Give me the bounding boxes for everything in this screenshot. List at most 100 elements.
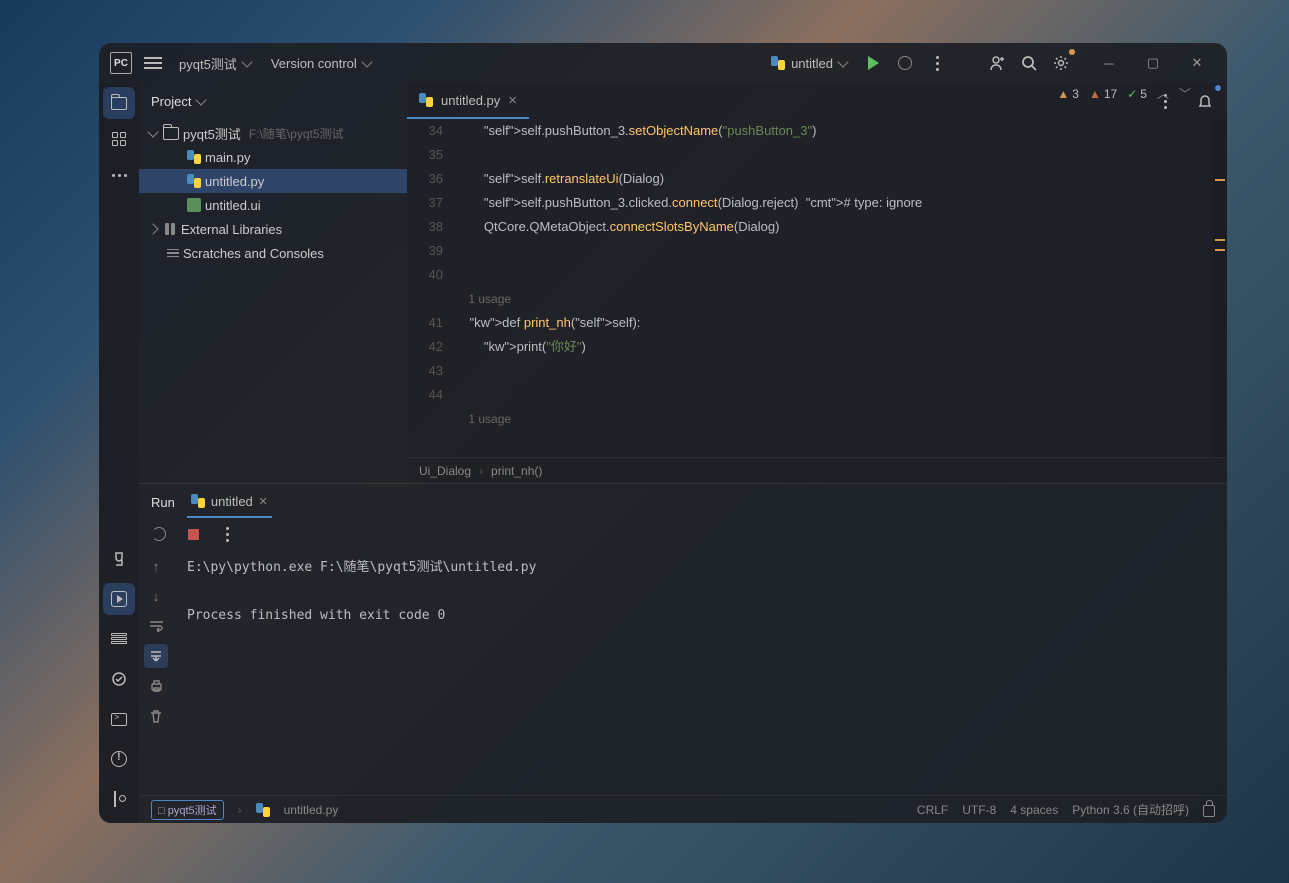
- project-tree: pyqt5测试 F:\随笔\pyqt5测试 main.py untitled.p…: [139, 119, 407, 483]
- stop-icon: [188, 529, 199, 540]
- minimize-button[interactable]: ─: [1087, 43, 1131, 83]
- python-icon: [187, 174, 201, 188]
- print-button[interactable]: [144, 674, 168, 698]
- project-dropdown[interactable]: pyqt5测试: [171, 50, 259, 77]
- console-output[interactable]: E:\py\python.exe F:\随笔\pyqt5测试\untitled.…: [173, 548, 1227, 795]
- up-button[interactable]: ↑: [144, 554, 168, 578]
- warning-triangle-icon: ▲: [1089, 87, 1101, 101]
- problems-button[interactable]: [103, 743, 135, 775]
- vcs-dropdown[interactable]: Version control: [263, 52, 379, 75]
- stop-button[interactable]: [181, 522, 205, 546]
- dots-vertical-icon: [936, 56, 939, 71]
- rerun-button[interactable]: [147, 522, 171, 546]
- tree-root-label: pyqt5测试: [183, 124, 241, 143]
- python-packages-button[interactable]: [103, 663, 135, 695]
- notifications-button[interactable]: [1191, 87, 1219, 115]
- run-panel: Run untitled × ↑ ↓: [139, 483, 1227, 795]
- play-outline-icon: [111, 591, 127, 607]
- editor-tab[interactable]: untitled.py ×: [407, 83, 529, 119]
- terminal-icon: [111, 713, 127, 726]
- print-icon: [149, 679, 164, 693]
- code-body[interactable]: "self">self.pushButton_3.setObjectName("…: [455, 119, 1213, 457]
- file-label: untitled.ui: [205, 198, 261, 213]
- structure-tool-button[interactable]: [103, 123, 135, 155]
- branch-label: pyqt5测试: [168, 805, 217, 817]
- tab-close-button[interactable]: ×: [259, 493, 268, 510]
- vcs-tool-button[interactable]: [103, 783, 135, 815]
- scroll-end-icon: [149, 649, 163, 663]
- trash-icon: [149, 709, 163, 724]
- warning-triangle-icon: ▲: [1057, 87, 1069, 101]
- dots-vertical-icon: [226, 527, 229, 542]
- run-panel-title: Run: [151, 495, 175, 510]
- scroll-to-end-button[interactable]: [144, 644, 168, 668]
- tree-file[interactable]: untitled.ui: [139, 193, 407, 217]
- run-more-button[interactable]: [215, 522, 239, 546]
- next-highlight-button[interactable]: ﹀: [1179, 85, 1191, 102]
- wrap-icon: [149, 620, 164, 633]
- chevron-down-icon: [196, 94, 207, 105]
- folder-icon: [163, 127, 179, 140]
- status-indent[interactable]: 4 spaces: [1010, 803, 1058, 817]
- project-panel-header[interactable]: Project: [139, 83, 407, 119]
- run-config-dropdown[interactable]: untitled: [763, 52, 855, 75]
- clear-button[interactable]: [144, 704, 168, 728]
- ui-file-icon: [187, 198, 201, 212]
- prev-highlight-button[interactable]: ︿: [1157, 85, 1169, 102]
- editor: untitled.py × ▲3 ▲17 ✓5 ︿ ﹀: [407, 83, 1227, 483]
- python-icon: [771, 56, 785, 70]
- git-icon: [112, 791, 126, 807]
- code-with-me-button[interactable]: [983, 49, 1011, 77]
- more-actions-button[interactable]: [923, 49, 951, 77]
- services-button[interactable]: [103, 623, 135, 655]
- python-console-button[interactable]: [103, 543, 135, 575]
- status-eol[interactable]: CRLF: [917, 803, 948, 817]
- tree-external-libs[interactable]: External Libraries: [139, 217, 407, 241]
- typo-count: 5: [1140, 87, 1147, 101]
- play-icon: [868, 56, 879, 70]
- tree-root[interactable]: pyqt5测试 F:\随笔\pyqt5测试: [139, 121, 407, 145]
- gear-icon: [1052, 54, 1070, 72]
- lock-icon[interactable]: [1203, 805, 1215, 817]
- more-tool-button[interactable]: [103, 159, 135, 191]
- close-button[interactable]: ✕: [1175, 43, 1219, 83]
- tab-label: untitled.py: [441, 93, 500, 108]
- maximize-button[interactable]: ▢: [1131, 43, 1175, 83]
- down-button[interactable]: ↓: [144, 584, 168, 608]
- code-area[interactable]: 34353637383940 41424344 "self">self.push…: [407, 119, 1227, 457]
- chevron-right-icon: [147, 223, 158, 234]
- run-tool-button[interactable]: [103, 583, 135, 615]
- tree-file[interactable]: main.py: [139, 145, 407, 169]
- file-label: main.py: [205, 150, 251, 165]
- run-button[interactable]: [859, 49, 887, 77]
- soft-wrap-button[interactable]: [144, 614, 168, 638]
- app-logo: PC: [107, 49, 135, 77]
- terminal-button[interactable]: [103, 703, 135, 735]
- minimap[interactable]: [1213, 119, 1227, 457]
- chevron-down-icon: [837, 56, 848, 67]
- run-tab[interactable]: untitled ×: [187, 487, 272, 518]
- status-bar: □ pyqt5测试 › untitled.py CRLF UTF-8 4 spa…: [139, 795, 1227, 823]
- run-side-toolbar: ↑ ↓: [139, 548, 173, 795]
- inspection-widget[interactable]: ▲3 ▲17 ✓5 ︿ ﹀: [1057, 85, 1191, 102]
- status-interpreter[interactable]: Python 3.6 (自动招呼): [1072, 801, 1189, 818]
- status-branch-chip[interactable]: □ pyqt5测试: [151, 800, 224, 820]
- check-icon: ✓: [1127, 87, 1137, 101]
- project-tool-button[interactable]: [103, 87, 135, 119]
- gutter: 34353637383940 41424344: [407, 119, 455, 457]
- breadcrumb-item[interactable]: Ui_Dialog: [419, 464, 471, 478]
- search-icon: [1021, 55, 1038, 72]
- main-menu-button[interactable]: [139, 49, 167, 77]
- breadcrumb-item[interactable]: print_nh(): [491, 464, 542, 478]
- person-add-icon: [988, 54, 1006, 72]
- left-toolbar: [99, 83, 139, 823]
- search-button[interactable]: [1015, 49, 1043, 77]
- settings-button[interactable]: [1047, 49, 1075, 77]
- ext-lib-label: External Libraries: [181, 222, 282, 237]
- tree-file-selected[interactable]: untitled.py: [139, 169, 407, 193]
- debug-button[interactable]: [891, 49, 919, 77]
- status-encoding[interactable]: UTF-8: [962, 803, 996, 817]
- tab-close-button[interactable]: ×: [508, 92, 517, 109]
- grid-icon: [112, 132, 126, 146]
- tree-scratches[interactable]: Scratches and Consoles: [139, 241, 407, 265]
